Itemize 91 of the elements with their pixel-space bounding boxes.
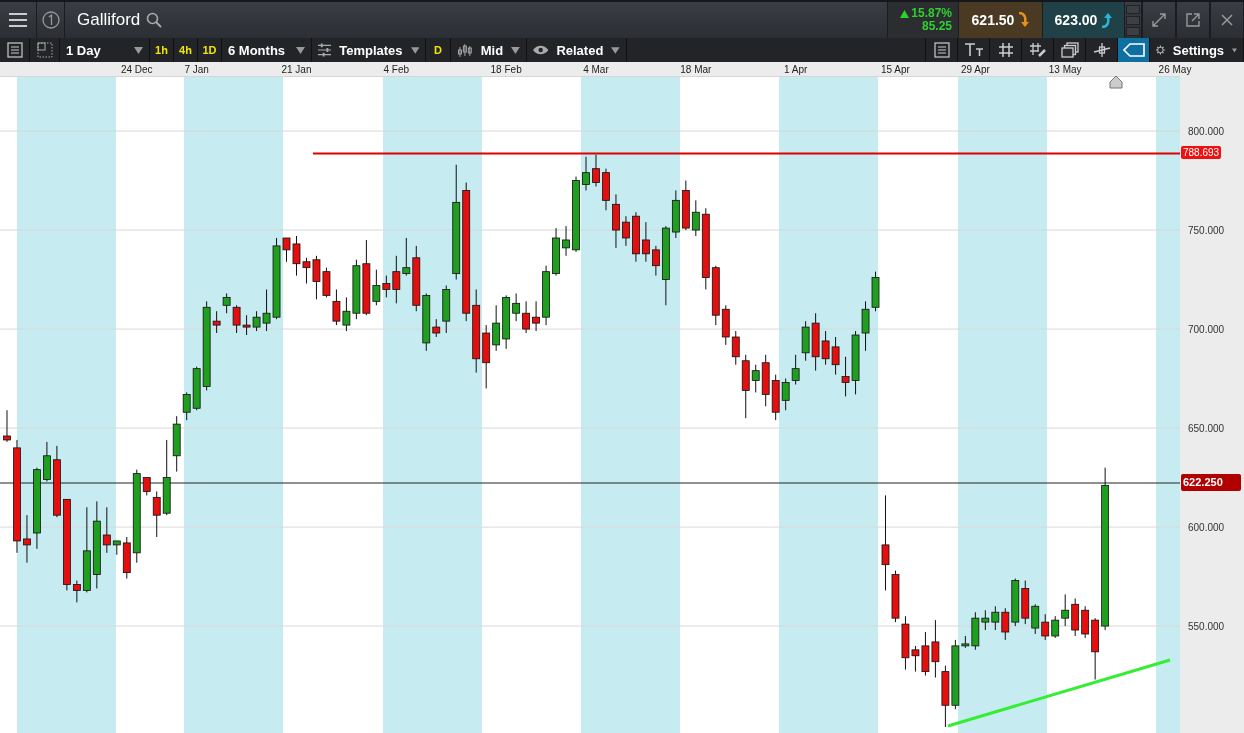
grid-pencil-icon[interactable] (1028, 42, 1047, 58)
candlestick (492, 304, 501, 352)
instrument-title: Galliford (77, 10, 141, 30)
trend-line[interactable] (947, 658, 1171, 728)
candlestick (592, 154, 600, 187)
candlestick (1041, 613, 1050, 641)
candlestick (981, 609, 990, 631)
candlestick (102, 506, 111, 554)
layers-icon[interactable] (1060, 42, 1079, 58)
date-label: 13 May (1048, 64, 1082, 75)
numbered-circle-icon[interactable] (41, 11, 60, 29)
date-label: 7 Jan (184, 64, 209, 75)
price-label: 700.000 (1188, 324, 1225, 336)
candlestick (222, 292, 231, 314)
date-label: 24 Dec (120, 64, 153, 75)
candlestick (781, 378, 790, 411)
date-label: 15 Apr (881, 64, 910, 75)
drag-handle[interactable] (1125, 2, 1142, 38)
candlestick (402, 237, 411, 277)
change-value: 85.25 (921, 20, 952, 33)
price-label: 550.000 (1188, 621, 1225, 633)
watchlist-icon[interactable] (6, 42, 23, 58)
grid-icon[interactable] (997, 42, 1014, 58)
down-arrow-icon (1018, 12, 1030, 28)
caret-icon (611, 46, 620, 54)
caret-icon (410, 46, 419, 54)
candlestick (791, 354, 800, 386)
candlestick (512, 292, 521, 322)
date-label: 18 Mar (680, 64, 712, 75)
expand-icon[interactable] (1152, 13, 1166, 27)
menu-icon[interactable] (9, 13, 27, 27)
sell-price-button[interactable]: 621.50 (959, 2, 1043, 38)
date-label: 18 Feb (490, 64, 522, 75)
candlestick (1051, 615, 1060, 639)
change-percent: 15.87% (911, 7, 952, 20)
candlestick (731, 330, 740, 366)
candlestick (532, 300, 540, 332)
candlestick (522, 300, 531, 334)
price-label: 600.000 (1188, 522, 1225, 534)
popout-icon[interactable] (1186, 13, 1200, 27)
candlestick (622, 215, 630, 247)
eye-icon (533, 45, 549, 55)
up-arrow-icon (1101, 12, 1113, 28)
list-icon[interactable] (933, 42, 950, 58)
date-label: 4 Mar (583, 64, 609, 75)
candlestick (691, 199, 700, 237)
candlestick (182, 391, 191, 421)
caret-icon (296, 46, 305, 54)
candlestick (72, 580, 81, 603)
caret-icon (1232, 46, 1237, 54)
price-label: 800.000 (1188, 126, 1225, 138)
crosshair-icon[interactable] (1092, 42, 1111, 58)
caret-icon (511, 46, 520, 54)
candlestick (642, 221, 650, 263)
candlestick (751, 364, 760, 393)
candlestick (562, 225, 570, 257)
candlestick (651, 245, 660, 277)
candles-icon (457, 43, 473, 57)
candlestick (1061, 593, 1070, 627)
candlestick (861, 300, 870, 352)
resistance-price-tag: 788.693 (1181, 146, 1222, 160)
candlestick (23, 514, 31, 564)
candlestick (991, 605, 1000, 631)
layout-icon[interactable] (36, 42, 53, 58)
candlestick (152, 490, 161, 538)
tag-icon[interactable] (1122, 43, 1145, 57)
price-label: 750.000 (1188, 225, 1225, 237)
price-label: 650.000 (1188, 423, 1225, 435)
candlestick (582, 156, 590, 191)
buy-price-button[interactable]: 623.00 (1043, 2, 1125, 38)
caret-icon (134, 46, 143, 54)
date-label: 29 Apr (960, 64, 990, 75)
candlestick (3, 409, 11, 443)
candlestick (1081, 605, 1090, 639)
search-icon[interactable] (146, 12, 163, 28)
home-marker-icon[interactable] (1109, 75, 1123, 89)
tool-button[interactable] (1117, 38, 1149, 62)
sliders-icon (318, 43, 332, 57)
candlestick (392, 255, 401, 304)
candlestick (1001, 607, 1010, 641)
candlestick (43, 441, 51, 483)
up-triangle-icon (900, 9, 910, 18)
date-label: 1 Apr (783, 64, 808, 75)
text-size-icon[interactable] (963, 43, 984, 57)
date-label: 26 May (1158, 64, 1192, 75)
close-icon[interactable] (1221, 14, 1233, 26)
current-price-tag: 622.250 (1181, 474, 1241, 491)
date-label: 21 Jan (281, 64, 312, 75)
candlestick (1031, 603, 1040, 635)
candlestick (881, 494, 890, 591)
date-label: 4 Feb (383, 64, 410, 75)
